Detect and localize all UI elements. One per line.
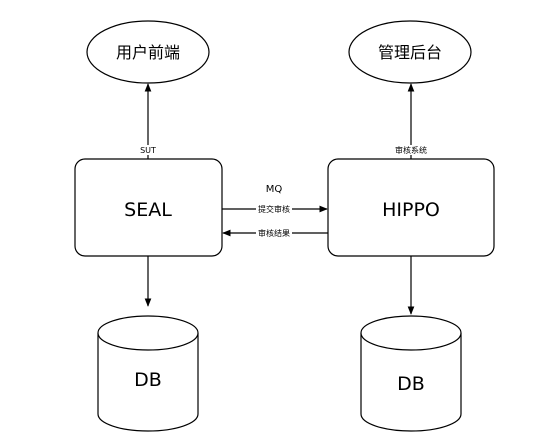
db-right-node: DB (360, 315, 462, 432)
sut-label: SUT (140, 146, 156, 155)
hippo-node: HIPPO (327, 158, 495, 257)
hippo-label: HIPPO (382, 199, 440, 221)
db-right-label: DB (397, 373, 425, 395)
frontend-label: 用户前端 (116, 43, 180, 62)
seal-node: SEAL (74, 158, 223, 257)
review-result-label: 审核结果 (258, 228, 290, 238)
diagram-svg: 用户前端 管理后台 SEAL HIPPO DB DB SUT 审核系统 MQ 提… (74, 20, 495, 432)
admin-label: 管理后台 (378, 43, 442, 62)
db-left-label: DB (134, 369, 162, 391)
architecture-diagram: 用户前端 管理后台 SEAL HIPPO DB DB SUT 审核系统 MQ 提… (0, 0, 560, 439)
admin-node: 管理后台 (348, 20, 472, 84)
seal-label: SEAL (124, 199, 172, 221)
review-system-label: 审核系统 (395, 145, 427, 155)
db-left-node: DB (97, 315, 199, 432)
mq-label: MQ (266, 184, 283, 195)
submit-review-label: 提交审核 (258, 204, 290, 214)
frontend-node: 用户前端 (86, 20, 210, 84)
